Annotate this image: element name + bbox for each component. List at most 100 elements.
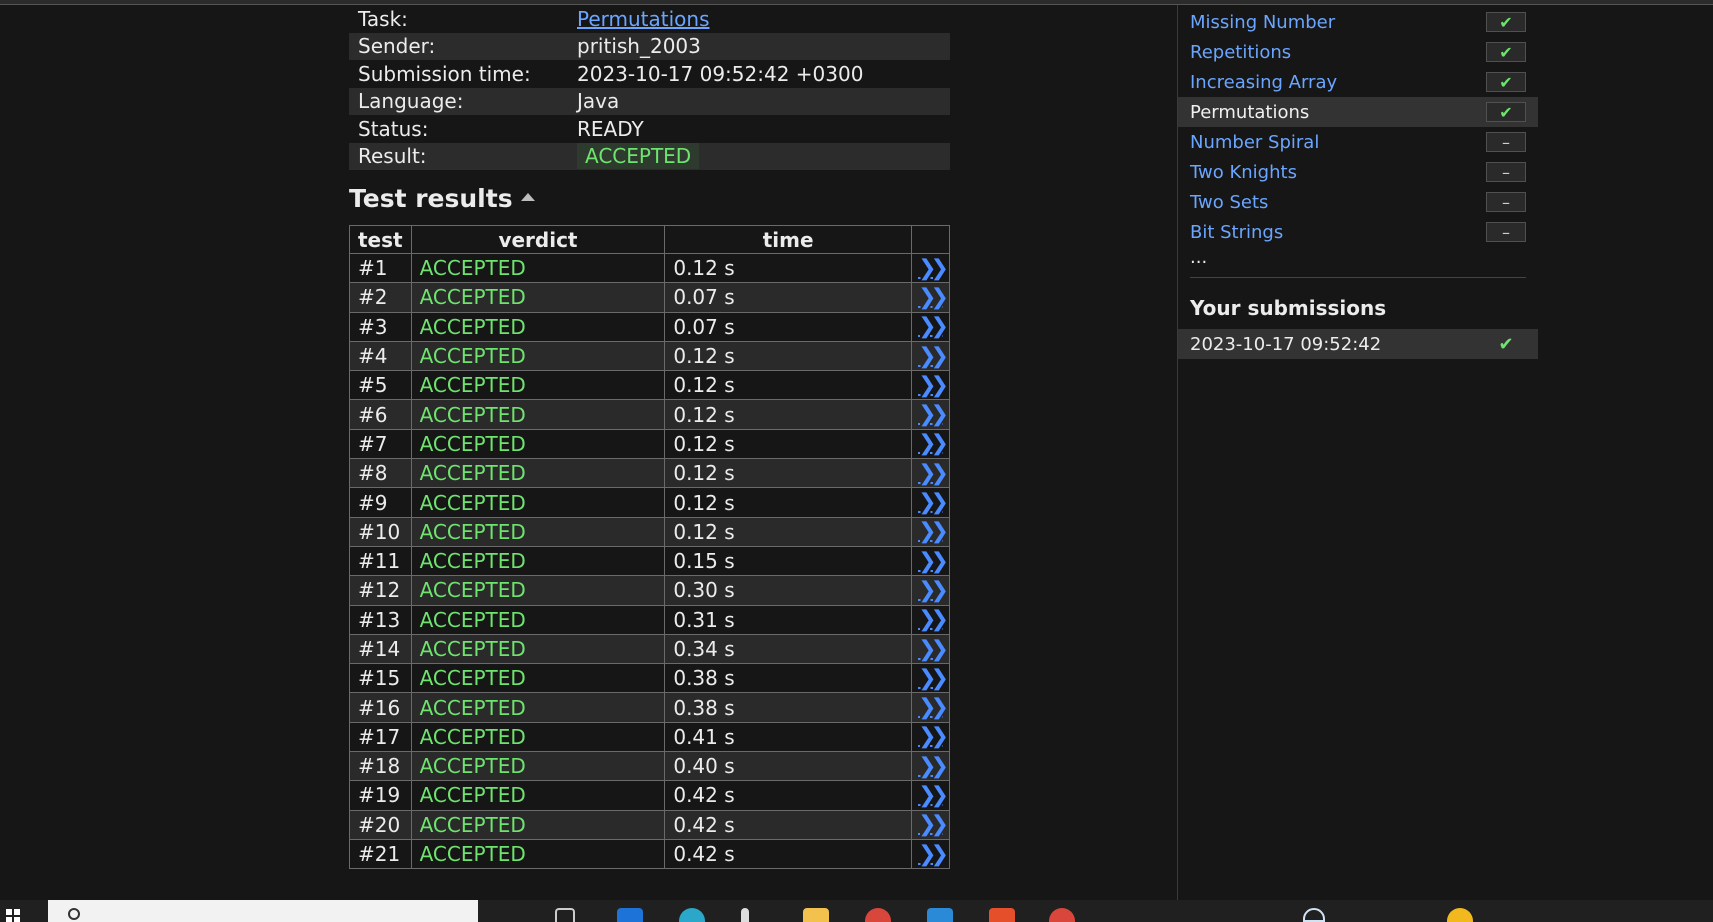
test-details-link[interactable]: ❯❯ [911, 692, 950, 723]
test-details-link[interactable]: ❯❯ [911, 399, 950, 430]
column-header-verdict: verdict [410, 225, 666, 254]
network-icon[interactable] [1303, 908, 1325, 922]
task-link[interactable]: Bit Strings [1190, 222, 1283, 243]
task-item[interactable]: Two Sets – [1178, 187, 1538, 217]
table-row: #13 ACCEPTED 0.31 s ❯❯ [349, 604, 950, 635]
task-link[interactable]: Two Knights [1190, 162, 1297, 183]
test-details-link[interactable]: ❯❯ [911, 311, 950, 342]
test-details-link[interactable]: ❯❯ [911, 575, 950, 606]
file-explorer-icon[interactable] [803, 908, 829, 922]
test-verdict: ACCEPTED [410, 604, 666, 635]
test-number: #5 [349, 370, 412, 401]
double-chevron-right-icon[interactable]: ❯❯ [918, 314, 949, 339]
sidebar-separator [1190, 277, 1526, 278]
test-details-link[interactable]: ❯❯ [911, 516, 950, 547]
double-chevron-right-icon[interactable]: ❯❯ [918, 695, 949, 720]
submission-item[interactable]: 2023-10-17 09:52:42 ✔ [1178, 329, 1538, 359]
column-header-test: test [349, 225, 412, 254]
test-details-link[interactable]: ❯❯ [911, 428, 950, 460]
double-chevron-right-icon[interactable]: ❯❯ [918, 842, 949, 867]
task-link[interactable]: Missing Number [1190, 12, 1335, 33]
double-chevron-right-icon[interactable]: ❯❯ [918, 783, 949, 808]
test-details-link[interactable]: ❯❯ [911, 663, 950, 694]
test-verdict: ACCEPTED [410, 311, 666, 342]
weather-icon[interactable] [1447, 908, 1473, 922]
test-details-link[interactable]: ❯❯ [911, 809, 950, 840]
test-verdict: ACCEPTED [410, 809, 666, 840]
taskbar-search-input[interactable] [48, 900, 478, 922]
double-chevron-right-icon[interactable]: ❯❯ [918, 461, 949, 486]
test-number: #20 [349, 809, 412, 840]
taskbar [0, 900, 1713, 922]
test-details-link[interactable]: ❯❯ [911, 340, 950, 372]
test-time: 0.31 s [664, 604, 912, 635]
table-row: #12 ACCEPTED 0.30 s ❯❯ [349, 575, 950, 606]
test-details-link[interactable]: ❯❯ [911, 370, 950, 401]
edge-icon[interactable] [679, 908, 705, 922]
test-details-link[interactable]: ❯❯ [911, 780, 950, 811]
test-details-link[interactable]: ❯❯ [911, 458, 950, 489]
brave-icon[interactable] [989, 908, 1015, 922]
double-chevron-right-icon[interactable]: ❯❯ [918, 637, 949, 662]
double-chevron-right-icon[interactable]: ❯❯ [918, 666, 949, 691]
double-chevron-right-icon[interactable]: ❯❯ [918, 549, 949, 574]
test-details-link[interactable]: ❯❯ [911, 838, 950, 870]
double-chevron-right-icon[interactable]: ❯❯ [918, 402, 949, 427]
double-chevron-right-icon[interactable]: ❯❯ [918, 431, 949, 456]
sender-row: Sender: pritish_2003 [349, 32, 950, 60]
submission-time: 2023-10-17 09:52:42 [1190, 333, 1382, 355]
result-badge: ACCEPTED [577, 143, 700, 170]
sender-value: pritish_2003 [577, 34, 701, 59]
task-link[interactable]: Two Sets [1190, 192, 1268, 213]
test-details-link[interactable]: ❯❯ [911, 721, 950, 753]
test-number: #15 [349, 663, 412, 694]
submissions-heading: Your submissions [1190, 296, 1387, 320]
test-details-link[interactable]: ❯❯ [911, 545, 950, 577]
mail-icon[interactable] [617, 908, 643, 922]
test-results-heading[interactable]: Test results [349, 184, 535, 213]
double-chevron-right-icon[interactable]: ❯❯ [918, 724, 949, 749]
pen-icon[interactable] [741, 908, 749, 922]
chrome-active-icon[interactable] [1049, 908, 1075, 922]
task-link[interactable]: Repetitions [1190, 42, 1291, 63]
test-details-link[interactable]: ❯❯ [911, 282, 950, 313]
test-verdict: ACCEPTED [410, 838, 666, 870]
dash-icon: – [1486, 162, 1526, 182]
task-item[interactable]: Permutations ✔ [1178, 97, 1538, 127]
double-chevron-right-icon[interactable]: ❯❯ [918, 607, 949, 632]
task-item[interactable]: Increasing Array ✔ [1178, 67, 1538, 97]
collapse-triangle-icon[interactable] [520, 193, 535, 201]
task-link[interactable]: Increasing Array [1190, 72, 1337, 93]
double-chevron-right-icon[interactable]: ❯❯ [918, 578, 949, 603]
task-link[interactable]: Permutations [577, 7, 710, 31]
test-number: #19 [349, 780, 412, 811]
test-details-link[interactable]: ❯❯ [911, 633, 950, 665]
check-icon: ✔ [1498, 333, 1514, 355]
task-view-icon[interactable] [555, 908, 575, 922]
test-details-link[interactable]: ❯❯ [911, 487, 950, 518]
status-row: Status: READY [349, 115, 950, 143]
double-chevron-right-icon[interactable]: ❯❯ [918, 490, 949, 515]
test-details-link[interactable]: ❯❯ [911, 604, 950, 635]
task-item[interactable]: Missing Number ✔ [1178, 7, 1538, 37]
task-link[interactable]: Number Spiral [1190, 132, 1319, 153]
double-chevron-right-icon[interactable]: ❯❯ [918, 519, 949, 544]
double-chevron-right-icon[interactable]: ❯❯ [918, 285, 949, 310]
task-item[interactable]: Bit Strings – [1178, 217, 1538, 247]
task-item[interactable]: Number Spiral – [1178, 127, 1538, 157]
vscode-icon[interactable] [927, 908, 953, 922]
windows-start-icon[interactable] [6, 909, 20, 922]
double-chevron-right-icon[interactable]: ❯❯ [918, 373, 949, 398]
test-verdict: ACCEPTED [410, 633, 666, 665]
task-item[interactable]: Two Knights – [1178, 157, 1538, 187]
test-time: 0.38 s [664, 663, 912, 694]
test-details-link[interactable]: ❯❯ [911, 252, 950, 284]
double-chevron-right-icon[interactable]: ❯❯ [918, 256, 949, 281]
double-chevron-right-icon[interactable]: ❯❯ [918, 754, 949, 779]
test-details-link[interactable]: ❯❯ [911, 751, 950, 782]
double-chevron-right-icon[interactable]: ❯❯ [918, 344, 949, 369]
chrome-icon[interactable] [865, 908, 891, 922]
table-row: #6 ACCEPTED 0.12 s ❯❯ [349, 399, 950, 430]
task-item[interactable]: Repetitions ✔ [1178, 37, 1538, 67]
double-chevron-right-icon[interactable]: ❯❯ [918, 812, 949, 837]
